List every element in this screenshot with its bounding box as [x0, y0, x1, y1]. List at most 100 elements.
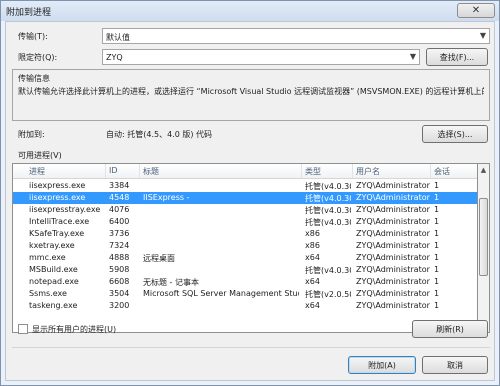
process-user: ZYQ\Administrator...	[356, 193, 430, 202]
process-id: 3736	[109, 229, 130, 238]
refresh-button[interactable]: 刷新(R)	[412, 320, 488, 338]
process-user: ZYQ\Administrator...	[356, 181, 430, 190]
scroll-up-arrow-icon[interactable]: ▲	[478, 164, 489, 176]
process-list-scrollbar[interactable]: ▲ ▼	[478, 163, 490, 333]
process-type: 托管(v4.0.30...	[305, 266, 351, 275]
process-session: 1	[434, 253, 440, 262]
process-type: 托管(v4.0.30...	[305, 218, 351, 227]
process-title: Microsoft SQL Server Management Studio	[143, 289, 299, 298]
qualifier-label: 限定符(Q):	[18, 53, 58, 62]
process-session: 1	[434, 301, 440, 310]
process-id: 6608	[109, 277, 130, 286]
process-id: 5908	[109, 265, 130, 274]
process-user: ZYQ\Administrator...	[356, 289, 430, 298]
process-session: 1	[434, 193, 440, 202]
process-type: 托管(v4.0.30...	[305, 206, 351, 215]
table-row[interactable]: taskeng.exe 3200 x64 ZYQ\Administrator..…	[13, 300, 477, 312]
title-bar: 附加到进程 ✕	[1, 1, 499, 21]
process-session: 1	[434, 289, 440, 298]
process-id: 6400	[109, 217, 130, 226]
attach-to-label: 附加到:	[18, 130, 45, 139]
process-name: Ssms.exe	[29, 289, 67, 298]
column-header-id[interactable]: ID	[109, 166, 118, 175]
process-name: KSafeTray.exe	[29, 229, 85, 238]
column-header-process[interactable]: 进程	[29, 166, 45, 177]
process-id: 3384	[109, 181, 130, 190]
process-type: 托管(v2.0.50...	[305, 290, 351, 299]
process-id: 3200	[109, 301, 130, 310]
column-header-title[interactable]: 标题	[143, 166, 159, 177]
process-name: IntelliTrace.exe	[29, 217, 90, 226]
chevron-down-icon: ▼	[479, 31, 486, 40]
process-name: notepad.exe	[29, 277, 79, 286]
table-row[interactable]: notepad.exe 6608 无标题 - 记事本 x64 ZYQ\Admin…	[13, 276, 477, 288]
process-session: 1	[434, 241, 440, 250]
transport-info-header: 传输信息	[18, 74, 50, 83]
transport-value: 默认值	[106, 33, 130, 42]
show-all-users-label[interactable]: 显示所有用户的进程(U)	[32, 324, 116, 335]
process-title: 无标题 - 记事本	[143, 278, 199, 287]
column-header-type[interactable]: 类型	[305, 166, 321, 177]
table-row[interactable]: mmc.exe 4888 远程桌面 x64 ZYQ\Administrator.…	[13, 252, 477, 264]
table-row[interactable]: KSafeTray.exe 3736 x86 ZYQ\Administrator…	[13, 228, 477, 240]
transport-info-text: 默认传输允许选择此计算机上的进程，或选择运行 “Microsoft Visual…	[18, 87, 484, 96]
process-name: taskeng.exe	[29, 301, 78, 310]
process-type: x86	[305, 229, 320, 238]
table-row-selected[interactable]: iisexpress.exe 4548 IISExpress - 托管(v4.0…	[13, 192, 477, 204]
process-type: x64	[305, 253, 320, 262]
process-type: x64	[305, 301, 320, 310]
process-id: 4076	[109, 205, 130, 214]
process-type: 托管(v4.0.30...	[305, 182, 351, 191]
process-name: mmc.exe	[29, 253, 66, 262]
cancel-button[interactable]: 取消	[422, 356, 488, 374]
process-session: 1	[434, 217, 440, 226]
process-user: ZYQ\Administrator...	[356, 265, 430, 274]
qualifier-input[interactable]: ZYQ ▼	[102, 49, 420, 65]
process-id: 7324	[109, 241, 130, 250]
table-row[interactable]: Ssms.exe 3504 Microsoft SQL Server Manag…	[13, 288, 477, 300]
table-row[interactable]: kxetray.exe 7324 x86 ZYQ\Administrator..…	[13, 240, 477, 252]
table-row[interactable]: iisexpress.exe 3384 托管(v4.0.30... ZYQ\Ad…	[13, 180, 477, 192]
process-user: ZYQ\Administrator...	[356, 229, 430, 238]
process-name: iisexpress.exe	[29, 193, 86, 202]
table-row[interactable]: IntelliTrace.exe 6400 托管(v4.0.30... ZYQ\…	[13, 216, 477, 228]
process-user: ZYQ\Administrator...	[356, 241, 430, 250]
scrollbar-thumb[interactable]	[479, 198, 488, 276]
close-icon: ✕	[471, 5, 481, 16]
attach-to-process-dialog: 附加到进程 ✕ 传输(T): 默认值 ▼ 限定符(Q): ZYQ ▼ 查找(F)…	[0, 0, 500, 386]
process-type: x86	[305, 241, 320, 250]
transport-label: 传输(T):	[18, 32, 48, 41]
attach-to-value: 自动: 托管(4.5、4.0 版) 代码	[106, 130, 213, 139]
find-button[interactable]: 查找(F)...	[426, 48, 488, 66]
process-session: 1	[434, 277, 440, 286]
process-user: ZYQ\Administrator...	[356, 277, 430, 286]
table-row[interactable]: iisexpresstray.exe 4076 托管(v4.0.30... ZY…	[13, 204, 477, 216]
process-list-header: 进程 ID 标题 类型 用户名 会话	[13, 164, 477, 179]
process-session: 1	[434, 229, 440, 238]
process-id: 4888	[109, 253, 130, 262]
transport-info-group: 传输信息 默认传输允许选择此计算机上的进程，或选择运行 “Microsoft V…	[12, 69, 490, 121]
divider	[12, 347, 490, 348]
select-button[interactable]: 选择(S)...	[422, 125, 488, 143]
process-name: iisexpresstray.exe	[29, 205, 101, 214]
column-header-session[interactable]: 会话	[434, 166, 450, 177]
close-button[interactable]: ✕	[457, 3, 495, 18]
process-type: 托管(v4.0.30...	[305, 194, 351, 203]
process-list[interactable]: 进程 ID 标题 类型 用户名 会话 iisexpress.exe 3384 托…	[12, 163, 478, 333]
attach-button[interactable]: 附加(A)	[348, 356, 416, 374]
transport-dropdown[interactable]: 默认值 ▼	[102, 28, 490, 44]
process-id: 4548	[109, 193, 130, 202]
process-title: 远程桌面	[143, 254, 175, 263]
process-user: ZYQ\Administrator...	[356, 217, 430, 226]
column-header-username[interactable]: 用户名	[356, 166, 380, 177]
table-row[interactable]: MSBuild.exe 5908 托管(v4.0.30... ZYQ\Admin…	[13, 264, 477, 276]
process-session: 1	[434, 181, 440, 190]
process-session: 1	[434, 265, 440, 274]
process-title: IISExpress -	[143, 193, 190, 202]
process-user: ZYQ\Administrator...	[356, 205, 430, 214]
window-title: 附加到进程	[6, 8, 52, 18]
show-all-users-checkbox[interactable]	[18, 324, 28, 334]
chevron-down-icon: ▼	[409, 52, 416, 61]
dialog-body: 传输(T): 默认值 ▼ 限定符(Q): ZYQ ▼ 查找(F)... 传输信息…	[5, 21, 495, 381]
qualifier-value: ZYQ	[106, 53, 123, 62]
